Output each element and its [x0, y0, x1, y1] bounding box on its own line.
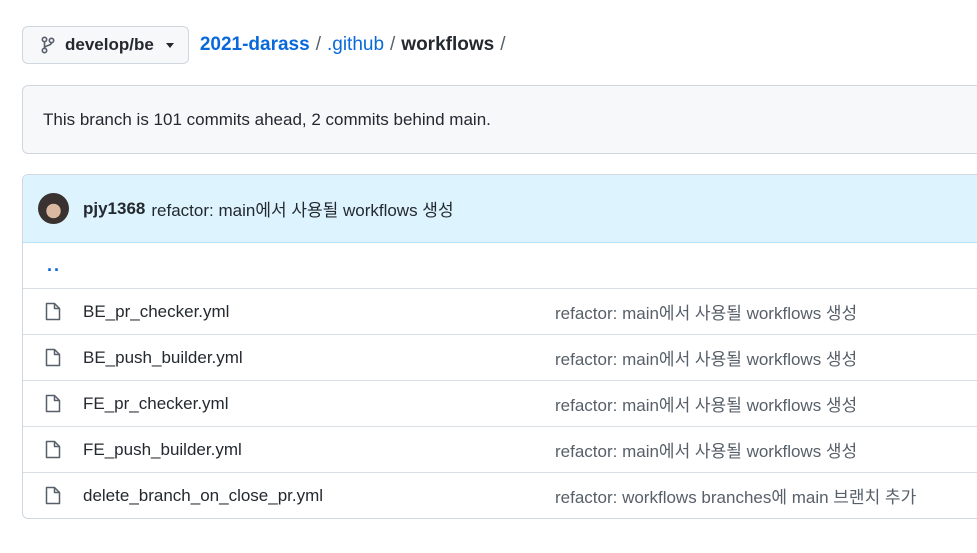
- file-icon: [45, 348, 61, 367]
- file-commit-message-link[interactable]: refactor: main에서 사용될 workflows 생성: [555, 437, 857, 462]
- file-row: delete_branch_on_close_pr.yml refactor: …: [23, 473, 977, 518]
- file-commit-message-link[interactable]: refactor: main에서 사용될 workflows 생성: [555, 299, 857, 324]
- breadcrumb-separator: /: [315, 34, 321, 55]
- file-row: FE_push_builder.yml refactor: main에서 사용될…: [23, 427, 977, 473]
- commit-message-link[interactable]: refactor: main에서 사용될 workflows 생성: [151, 196, 453, 221]
- file-icon: [45, 394, 61, 413]
- parent-directory-link[interactable]: ..: [47, 255, 61, 276]
- branch-status-notice: This branch is 101 commits ahead, 2 comm…: [22, 85, 977, 154]
- latest-commit-header: pjy1368 refactor: main에서 사용될 workflows 생…: [23, 175, 977, 243]
- breadcrumb-separator: /: [390, 34, 396, 55]
- file-name-link[interactable]: FE_push_builder.yml: [83, 440, 242, 460]
- file-icon: [45, 302, 61, 321]
- file-row: BE_pr_checker.yml refactor: main에서 사용될 w…: [23, 289, 977, 335]
- file-name-link[interactable]: BE_push_builder.yml: [83, 348, 243, 368]
- file-commit-message-link[interactable]: refactor: main에서 사용될 workflows 생성: [555, 345, 857, 370]
- breadcrumb: 2021-darass / .github / workflows /: [200, 34, 512, 56]
- branch-select-button[interactable]: develop/be: [22, 26, 189, 64]
- branch-status-text: This branch is 101 commits ahead, 2 comm…: [43, 109, 491, 129]
- file-row: FE_pr_checker.yml refactor: main에서 사용될 w…: [23, 381, 977, 427]
- file-commit-message-link[interactable]: refactor: main에서 사용될 workflows 생성: [555, 391, 857, 416]
- topbar: develop/be 2021-darass / .github / workf…: [22, 25, 511, 65]
- file-name-link[interactable]: FE_pr_checker.yml: [83, 394, 229, 414]
- breadcrumb-separator: /: [500, 34, 506, 55]
- breadcrumb-repo-link[interactable]: 2021-darass: [200, 34, 310, 56]
- git-branch-icon: [41, 36, 55, 54]
- parent-directory-row: ..: [23, 243, 977, 289]
- file-row: BE_push_builder.yml refactor: main에서 사용될…: [23, 335, 977, 381]
- file-commit-message-link[interactable]: refactor: workflows branches에 main 브랜치 추…: [555, 483, 916, 508]
- breadcrumb-folder-link[interactable]: .github: [327, 34, 384, 56]
- file-browser: pjy1368 refactor: main에서 사용될 workflows 생…: [22, 174, 977, 519]
- file-icon: [45, 440, 61, 459]
- avatar[interactable]: [38, 193, 69, 224]
- branch-name: develop/be: [65, 35, 154, 54]
- chevron-down-icon: [165, 42, 174, 48]
- commit-author-link[interactable]: pjy1368: [83, 199, 145, 219]
- file-name-link[interactable]: BE_pr_checker.yml: [83, 302, 229, 322]
- file-name-link[interactable]: delete_branch_on_close_pr.yml: [83, 486, 323, 506]
- file-icon: [45, 486, 61, 505]
- breadcrumb-current: workflows: [401, 34, 495, 55]
